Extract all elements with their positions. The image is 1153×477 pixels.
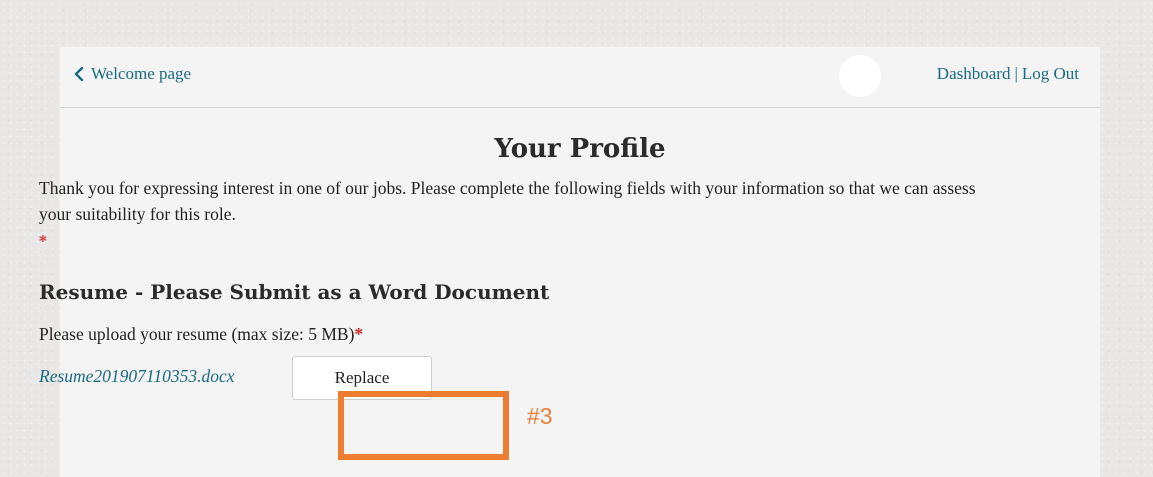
page-title: Your Profile: [494, 134, 666, 164]
dashboard-link[interactable]: Dashboard: [937, 64, 1011, 83]
back-link-label: Welcome page: [91, 64, 192, 83]
logout-link[interactable]: Log Out: [1022, 64, 1079, 83]
intro-text: Thank you for expressing interest in one…: [39, 178, 976, 224]
resume-upload-label-text: Please upload your resume (max size: 5 M…: [39, 324, 355, 344]
annotation-step-label: #3: [527, 403, 553, 429]
required-marker: *: [39, 232, 47, 250]
nav-separator: |: [1014, 64, 1018, 83]
top-navigation-bar: Welcome page Dashboard | Log Out: [60, 47, 1100, 108]
resume-required-marker: *: [354, 324, 364, 344]
profile-panel: Welcome page Dashboard | Log Out Your Prof…: [60, 47, 1100, 477]
resume-section-heading: Resume - Please Submit as a Word Documen…: [39, 280, 550, 304]
replace-resume-button[interactable]: Replace: [292, 356, 432, 400]
avatar[interactable]: [839, 55, 881, 97]
chevron-left-icon: [74, 67, 84, 81]
resume-upload-label: Please upload your resume (max size: 5 M…: [39, 324, 363, 345]
back-to-welcome-link[interactable]: Welcome page: [74, 64, 191, 84]
account-links: Dashboard | Log Out: [937, 64, 1079, 84]
uploaded-resume-file-link[interactable]: Resume201907110353.docx: [39, 366, 279, 387]
